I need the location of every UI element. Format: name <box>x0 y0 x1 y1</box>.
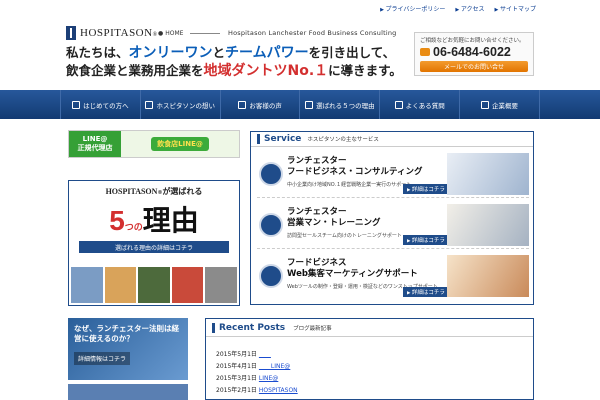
service-photo <box>447 153 529 195</box>
line-agent-label: LINE@ 正規代理店 <box>69 131 121 157</box>
photo <box>138 267 170 303</box>
question-icon <box>394 100 403 109</box>
privacy-policy-link[interactable]: プライバシーポリシー <box>380 4 446 13</box>
service-detail-button[interactable]: 詳細はコチラ <box>403 235 449 245</box>
site-logo[interactable]: HOSPITASON® <box>66 26 158 40</box>
recent-posts-title: Recent Posts <box>212 322 285 333</box>
list-item: 2015年5月1日 <box>216 349 533 361</box>
mail-contact-button[interactable]: メールでのお問い合せ <box>420 61 528 72</box>
service-photo <box>447 255 529 297</box>
list-item: 2015年3月1日 LINE@ <box>216 373 533 385</box>
nav-item-philosophy[interactable]: ホスピタソンの想い <box>141 90 221 119</box>
recent-posts-subtitle: ブログ最新記事 <box>293 325 332 332</box>
tagline: Hospitason Lanchester Food Business Cons… <box>228 29 397 37</box>
contact-note: ご相談などお気軽にお問い合せください。 <box>420 38 525 44</box>
service-header: Service ホスピタソンの主なサービス <box>251 132 533 147</box>
speech-bubble-icon <box>238 100 247 109</box>
check-icon <box>305 100 314 109</box>
reasons-title: 5つの理由 <box>109 204 199 237</box>
recent-posts-header: Recent Posts ブログ最新記事 <box>206 319 533 337</box>
monitor-icon <box>259 264 283 288</box>
phone-number[interactable]: 06-6484-6022 <box>420 45 528 59</box>
service-detail-button[interactable]: 詳細はコチラ <box>403 184 449 194</box>
nav-item-faq[interactable]: よくある質問 <box>380 90 461 119</box>
photo <box>104 267 137 303</box>
header-divider <box>190 33 220 34</box>
service-item-title: ランチェスター 営業マン・トレーニング <box>287 207 381 228</box>
home-link[interactable]: HOME <box>158 30 183 37</box>
book-icon <box>72 100 81 109</box>
photo <box>171 267 204 303</box>
nav-item-testimonials[interactable]: お客様の声 <box>221 90 301 119</box>
reasons-heading: HOSPITASON®が選ばれる <box>105 187 203 196</box>
list-item: 2015年2月1日 HOSPITASON <box>216 385 533 397</box>
photo <box>205 267 237 303</box>
reasons-photo-strip <box>71 267 237 303</box>
nav-item-company[interactable]: 企業概要 <box>460 90 540 119</box>
post-date: 2015年5月1日 <box>216 351 257 358</box>
service-item-training[interactable]: ランチェスター 営業マン・トレーニング 訪問型セールスチーム向けのトレーニングサポ… <box>257 201 529 249</box>
service-subtitle: ホスピタソンの主なサービス <box>307 137 379 143</box>
post-link[interactable]: LINE@ <box>259 361 290 373</box>
post-date: 2015年3月1日 <box>216 375 257 382</box>
service-title: Service <box>257 134 301 144</box>
person-icon <box>259 213 283 237</box>
service-item-title: ランチェスター フードビジネス・コンサルティング <box>287 156 423 177</box>
reasons-detail-button[interactable]: 選ばれる理由の詳細はコチラ <box>79 241 229 253</box>
nav-item-first-time[interactable]: はじめての方へ <box>60 90 141 119</box>
service-item-title: フードビジネス Web集客マーケティングサポート <box>287 258 418 279</box>
access-link[interactable]: アクセス <box>455 4 485 13</box>
recent-posts-panel: Recent Posts ブログ最新記事 2015年5月1日 2015年4月1日… <box>205 318 534 400</box>
logo-text: HOSPITASON® <box>80 27 158 39</box>
post-link[interactable]: LINE@ <box>259 373 278 385</box>
service-photo <box>447 204 529 246</box>
service-detail-button[interactable]: 詳細はコチラ <box>403 287 449 297</box>
list-item: 2015年4月1日 LINE@ <box>216 361 533 373</box>
post-date: 2015年4月1日 <box>216 363 257 370</box>
line-agent-banner[interactable]: LINE@ 正規代理店 飲食店LINE@ <box>68 130 240 158</box>
post-link[interactable]: HOSPITASON <box>259 385 298 397</box>
service-item-web-marketing[interactable]: フードビジネス Web集客マーケティングサポート Webツールの制作・登録・運用・… <box>257 252 529 300</box>
sitemap-link[interactable]: サイトマップ <box>495 4 536 13</box>
service-item-consulting[interactable]: ランチェスター フードビジネス・コンサルティング 中小企業向け地域NO.１経営戦略… <box>257 150 529 198</box>
top-links: プライバシーポリシー アクセス サイトマップ <box>380 4 536 13</box>
post-date: 2015年2月1日 <box>216 387 257 394</box>
logo-mark-icon <box>66 26 76 40</box>
main-nav: はじめての方へ ホスピタソンの想い お客様の声 選ばれる５つの理由 よくある質問… <box>0 90 600 119</box>
contact-box: ご相談などお気軽にお問い合せください。 06-6484-6022 メールでのお問… <box>414 32 534 76</box>
recent-posts-list: 2015年5月1日 2015年4月1日 LINE@ 2015年3月1日 LINE@… <box>206 337 533 397</box>
phone-icon <box>420 48 430 56</box>
headline: 私たちは、オンリーワンとチームパワーを引き出して、 飲食企業と業務用企業を地域ダ… <box>66 45 402 79</box>
law-banner-title: なぜ、ランチェスター法則は経営に使えるのか？ <box>74 324 179 343</box>
left-bottom-photo <box>68 384 188 400</box>
five-reasons-banner[interactable]: HOSPITASON®が選ばれる 5つの理由 選ばれる理由の詳細はコチラ <box>68 180 240 306</box>
service-panel: Service ホスピタソンの主なサービス ランチェスター フードビジネス・コンサ… <box>250 131 534 305</box>
photo <box>71 267 103 303</box>
pen-icon <box>145 100 154 109</box>
line-banner-right: 飲食店LINE@ <box>121 131 239 157</box>
post-link[interactable] <box>259 349 277 361</box>
lanchester-law-banner[interactable]: なぜ、ランチェスター法則は経営に使えるのか？ 詳細情報はコチラ <box>68 318 188 380</box>
building-icon <box>481 100 490 109</box>
nav-item-five-reasons[interactable]: 選ばれる５つの理由 <box>300 90 381 119</box>
law-detail-button[interactable]: 詳細情報はコチラ <box>74 352 131 365</box>
chart-icon <box>259 162 283 186</box>
